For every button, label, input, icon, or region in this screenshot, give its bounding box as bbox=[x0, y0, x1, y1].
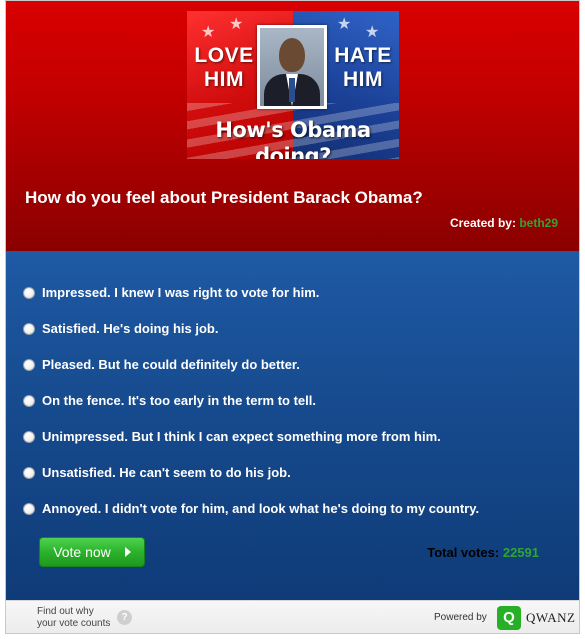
option-radio[interactable] bbox=[23, 323, 35, 335]
help-icon[interactable]: ? bbox=[117, 610, 132, 625]
poll-option[interactable]: On the fence. It's too early in the term… bbox=[23, 391, 316, 411]
powered-by-label: Powered by bbox=[434, 612, 487, 623]
poll-body: Impressed. I knew I was right to vote fo… bbox=[6, 251, 579, 600]
banner-him-word: HIM bbox=[204, 68, 244, 91]
poll-header: ★ ★ ★ ★ LOVE HIM HATE HIM How's Obama do… bbox=[6, 1, 579, 251]
portrait-photo bbox=[257, 25, 327, 109]
portrait-tie bbox=[289, 78, 295, 102]
option-label: Unimpressed. But I think I can expect so… bbox=[42, 429, 441, 444]
option-radio[interactable] bbox=[23, 467, 35, 479]
option-label: Unsatisfied. He can't seem to do his job… bbox=[42, 465, 291, 480]
option-radio[interactable] bbox=[23, 359, 35, 371]
option-label: Annoyed. I didn't vote for him, and look… bbox=[42, 501, 480, 516]
total-votes-label: Total votes: bbox=[427, 545, 500, 560]
total-votes: Total votes: 22591 bbox=[427, 545, 539, 561]
poll-option[interactable]: Annoyed. I didn't vote for him, and look… bbox=[23, 499, 479, 519]
banner-him-word: HIM bbox=[343, 68, 383, 91]
poll-option[interactable]: Impressed. I knew I was right to vote fo… bbox=[23, 283, 319, 303]
arrow-right-icon bbox=[124, 547, 131, 557]
option-radio[interactable] bbox=[23, 503, 35, 515]
star-icon: ★ bbox=[365, 24, 380, 41]
star-icon: ★ bbox=[201, 24, 216, 41]
why-line-1: Find out why bbox=[37, 606, 94, 617]
vote-now-button[interactable]: Vote now bbox=[39, 537, 145, 567]
poll-option[interactable]: Pleased. But he could definitely do bett… bbox=[23, 355, 300, 375]
poll-widget: ★ ★ ★ ★ LOVE HIM HATE HIM How's Obama do… bbox=[5, 0, 580, 634]
qwanz-brand[interactable]: QWANZ bbox=[526, 611, 575, 625]
banner-hate-word: HATE bbox=[334, 44, 392, 67]
poll-banner-image: ★ ★ ★ ★ LOVE HIM HATE HIM How's Obama do… bbox=[187, 11, 399, 159]
qwanz-logo-icon[interactable]: Q bbox=[497, 606, 521, 630]
star-icon: ★ bbox=[337, 16, 352, 33]
option-label: Satisfied. He's doing his job. bbox=[42, 321, 219, 336]
banner-love-word: LOVE bbox=[194, 44, 254, 67]
why-vote-counts-link[interactable]: Find out why your vote counts bbox=[37, 606, 119, 630]
option-label: On the fence. It's too early in the term… bbox=[42, 393, 316, 408]
poll-option[interactable]: Unsatisfied. He can't seem to do his job… bbox=[23, 463, 291, 483]
option-radio[interactable] bbox=[23, 431, 35, 443]
poll-question: How do you feel about President Barack O… bbox=[25, 188, 423, 207]
total-votes-count: 22591 bbox=[502, 545, 539, 560]
poll-creator: Created by: beth29 bbox=[450, 215, 558, 231]
why-line-2: your vote counts bbox=[37, 618, 111, 629]
star-icon: ★ bbox=[229, 16, 244, 33]
creator-link[interactable]: beth29 bbox=[519, 216, 558, 230]
poll-footer: Find out why your vote counts ? Powered … bbox=[6, 600, 579, 633]
option-label: Impressed. I knew I was right to vote fo… bbox=[42, 285, 320, 300]
poll-option[interactable]: Unimpressed. But I think I can expect so… bbox=[23, 427, 441, 447]
option-radio[interactable] bbox=[23, 395, 35, 407]
poll-option[interactable]: Satisfied. He's doing his job. bbox=[23, 319, 218, 339]
created-by-label: Created by: bbox=[449, 216, 516, 230]
portrait-face bbox=[279, 38, 305, 72]
option-label: Pleased. But he could definitely do bett… bbox=[42, 357, 300, 372]
banner-tagline: How's Obama doing? bbox=[215, 118, 371, 159]
option-radio[interactable] bbox=[23, 287, 35, 299]
vote-now-label: Vote now bbox=[53, 544, 111, 560]
